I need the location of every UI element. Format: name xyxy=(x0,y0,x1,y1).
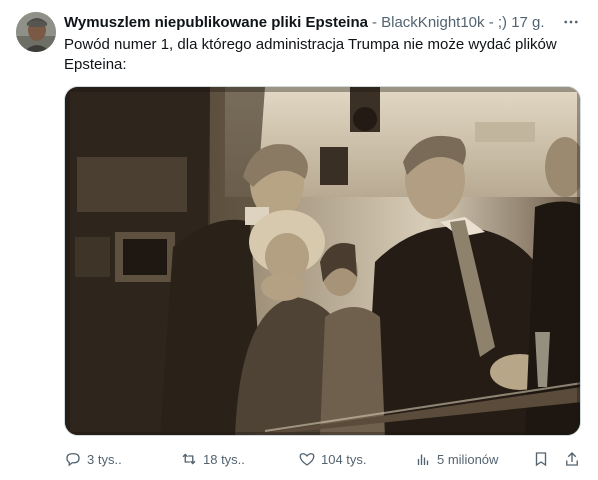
avatar[interactable] xyxy=(16,12,56,52)
views-count: 5 milionów xyxy=(437,451,499,467)
repost-icon xyxy=(182,453,196,465)
views-button[interactable]: 5 milionów xyxy=(414,446,498,472)
tweet[interactable]: Wymuszlem niepublikowane pliki Epsteina … xyxy=(0,0,598,480)
bookmark-button[interactable] xyxy=(532,446,550,472)
sepia-photo xyxy=(65,87,580,435)
author-meta[interactable]: - BlackKnight10k - ;) 17 g. xyxy=(372,14,545,31)
reply-button[interactable]: 3 tys.. xyxy=(64,446,122,472)
share-button[interactable] xyxy=(563,446,581,472)
views-icon xyxy=(417,454,429,465)
avatar-image xyxy=(16,12,56,52)
like-button[interactable]: 104 tys. xyxy=(298,446,367,472)
repost-count: 18 tys.. xyxy=(203,451,245,467)
like-icon xyxy=(299,453,315,466)
reply-count: 3 tys.. xyxy=(87,451,122,467)
tweet-photo[interactable] xyxy=(64,86,581,436)
bookmark-icon xyxy=(535,452,547,467)
reply-icon xyxy=(66,453,80,467)
more-horizontal-icon[interactable] xyxy=(560,12,582,32)
author-name[interactable]: Wymuszlem niepublikowane pliki Epsteina xyxy=(64,14,368,31)
share-icon xyxy=(566,452,578,466)
tweet-text: Powód numer 1, dla którego administracja… xyxy=(64,36,557,73)
tweet-header: Wymuszlem niepublikowane pliki Epsteina … xyxy=(64,12,582,32)
tweet-actions: 3 tys.. 18 tys.. 104 tys. 5 milionów xyxy=(64,446,584,472)
like-count: 104 tys. xyxy=(321,451,367,467)
repost-button[interactable]: 18 tys.. xyxy=(180,446,245,472)
